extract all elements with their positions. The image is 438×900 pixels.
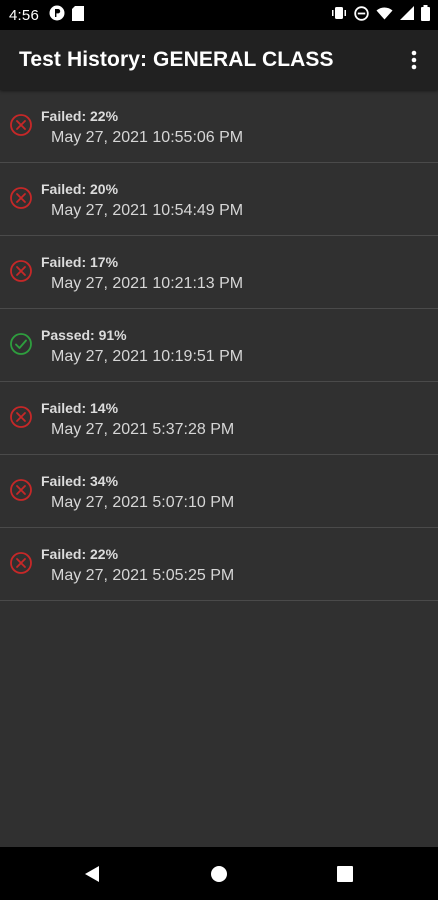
result-label: Failed: 22% [41, 108, 119, 124]
app-bar: Test History: GENERAL CLASS [0, 30, 438, 90]
sd-card-icon [72, 5, 84, 25]
date-label: May 27, 2021 5:37:28 PM [51, 421, 235, 438]
status-time: 4:56 [9, 6, 39, 24]
home-icon [211, 865, 227, 882]
recents-icon [337, 865, 353, 882]
list-item[interactable]: Failed: 17% May 27, 2021 10:21:13 PM [0, 236, 438, 309]
back-button[interactable] [62, 847, 122, 900]
page-title: Test History: GENERAL CLASS [19, 48, 334, 71]
date-label: May 27, 2021 5:05:25 PM [51, 567, 235, 584]
notification-p-icon [49, 5, 65, 25]
list-item[interactable]: Failed: 22% May 27, 2021 10:55:06 PM [0, 90, 438, 163]
passed-icon [9, 332, 33, 356]
more-vert-icon [411, 50, 417, 70]
result-label: Failed: 22% [41, 546, 119, 562]
failed-icon [9, 405, 33, 429]
back-icon [85, 865, 99, 882]
failed-icon [9, 186, 33, 210]
list-item[interactable]: Failed: 22% May 27, 2021 5:05:25 PM [0, 528, 438, 601]
failed-icon [9, 113, 33, 137]
result-label: Failed: 17% [41, 254, 119, 270]
failed-icon [9, 478, 33, 502]
list-item[interactable]: Failed: 20% May 27, 2021 10:54:49 PM [0, 163, 438, 236]
battery-icon [421, 5, 430, 25]
date-label: May 27, 2021 5:07:10 PM [51, 494, 235, 511]
result-label: Failed: 34% [41, 473, 119, 489]
failed-icon [9, 551, 33, 575]
navigation-bar [0, 847, 438, 900]
date-label: May 27, 2021 10:55:06 PM [51, 129, 244, 146]
list-item[interactable]: Passed: 91% May 27, 2021 10:19:51 PM [0, 309, 438, 382]
test-history-list: Failed: 22% May 27, 2021 10:55:06 PM Fai… [0, 90, 438, 601]
overflow-menu-button[interactable] [402, 47, 426, 73]
failed-icon [9, 259, 33, 283]
status-bar: 4:56 [0, 0, 438, 30]
recents-button[interactable] [315, 847, 375, 900]
list-item[interactable]: Failed: 14% May 27, 2021 5:37:28 PM [0, 382, 438, 455]
result-label: Passed: 91% [41, 327, 127, 343]
home-button[interactable] [189, 847, 249, 900]
list-item[interactable]: Failed: 34% May 27, 2021 5:07:10 PM [0, 455, 438, 528]
result-label: Failed: 14% [41, 400, 119, 416]
date-label: May 27, 2021 10:19:51 PM [51, 348, 244, 365]
signal-icon [400, 6, 414, 24]
do-not-disturb-icon [354, 5, 369, 25]
date-label: May 27, 2021 10:54:49 PM [51, 202, 244, 219]
vibrate-icon [331, 6, 347, 24]
date-label: May 27, 2021 10:21:13 PM [51, 275, 244, 292]
wifi-icon [376, 6, 393, 24]
result-label: Failed: 20% [41, 181, 119, 197]
